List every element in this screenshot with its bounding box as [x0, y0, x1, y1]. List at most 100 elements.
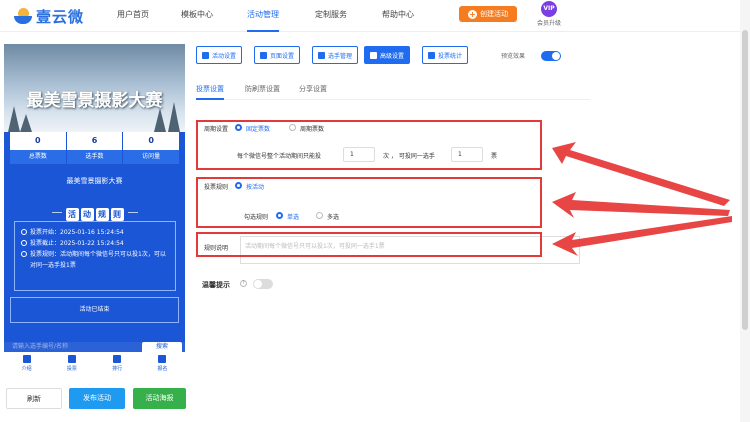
stat-total-votes: 0 总票数: [10, 132, 66, 164]
radio-cycle-votes-label: 周期票数: [300, 126, 325, 133]
sliders-icon: [370, 51, 377, 59]
flag-icon: [67, 355, 76, 363]
preview-effect-label: 预览效果: [501, 53, 526, 60]
vote-rule-label: 投票规则: [204, 184, 229, 191]
bar-chart-icon: [113, 355, 122, 363]
activity-ended-banner: 活动已结束: [10, 297, 179, 323]
votes-same-contestant-input[interactable]: 1: [451, 147, 483, 162]
poster-button[interactable]: 活动海报: [133, 388, 186, 409]
radio-fixed-votes[interactable]: [235, 124, 242, 131]
tip-toggle[interactable]: [253, 279, 273, 289]
rules-heading-char: 动: [80, 208, 94, 221]
clock-icon: [21, 229, 27, 235]
cycle-text-middle: 次 ， 可投同一选手: [383, 153, 435, 160]
toolbar-label: 活动设置: [212, 52, 237, 60]
users-icon: [318, 51, 325, 59]
arrow-icon: [552, 216, 732, 256]
preview-tab-label: 排行: [112, 366, 123, 372]
subtab-vote-settings[interactable]: 投票设置: [196, 82, 224, 100]
stat-value: 6: [91, 136, 98, 145]
tab-vote-statistics[interactable]: 投票统计: [422, 46, 469, 64]
vip-upgrade[interactable]: VIP 会员升级: [534, 0, 564, 27]
rules-heading-char: 则: [110, 208, 124, 221]
logo-text: 壹云微: [36, 8, 85, 26]
rules-heading-char: 规: [95, 208, 109, 221]
cycle-settings-label: 周期设置: [204, 126, 229, 133]
gear-icon: [202, 51, 209, 59]
top-nav: 壹云微 用户首页 模板中心 活动管理 定制服务 帮助中心 + 创建活动 VIP …: [0, 0, 750, 32]
scrollbar-thumb[interactable]: [742, 30, 748, 330]
logo-icon: [14, 7, 32, 26]
tab-advanced-settings[interactable]: 高级设置: [364, 46, 411, 64]
arrow-icon: [552, 142, 730, 206]
nav-item-help-center[interactable]: 帮助中心: [382, 0, 414, 32]
rule-description-label: 规则说明: [204, 245, 229, 252]
preview-tab-signup[interactable]: 报名: [140, 352, 185, 378]
tab-activity-settings[interactable]: 活动设置: [196, 46, 243, 64]
toolbar-label: 高级设置: [380, 52, 405, 60]
preview-tab-rank[interactable]: 排行: [95, 352, 140, 378]
create-activity-label: 创建活动: [480, 10, 508, 18]
stat-label: 总票数: [10, 150, 66, 164]
tab-page-settings[interactable]: 页面设置: [254, 46, 301, 64]
logo[interactable]: 壹云微: [14, 6, 84, 27]
help-icon: ?: [240, 280, 247, 287]
annotation-arrows: [552, 142, 732, 256]
radio-multi-choice-label: 多选: [327, 214, 340, 221]
stat-label: 选手数: [66, 150, 123, 164]
mobile-preview: 最美雪景摄影大赛 0 总票数 6 选手数 0 访问量 最美雪景摄影大赛 活动规则…: [4, 44, 185, 378]
nav-item-templates[interactable]: 模板中心: [181, 0, 213, 32]
rule-start: 投票开始：2025-01-16 15:24:54: [30, 229, 124, 236]
preview-tab-label: 介绍: [21, 366, 32, 372]
tab-contestant-management[interactable]: 选手管理: [312, 46, 359, 64]
vip-icon: VIP: [541, 1, 557, 17]
user-add-icon: [158, 355, 167, 363]
stats-bar: 0 总票数 6 选手数 0 访问量: [10, 132, 180, 164]
radio-fixed-votes-label: 固定票数: [246, 126, 271, 133]
info-icon: [21, 251, 27, 257]
radio-multi-choice[interactable]: [316, 212, 323, 219]
cycle-text-suffix: 票: [491, 153, 498, 160]
preview-tab-label: 投票: [66, 366, 77, 372]
radio-cycle-votes[interactable]: [289, 124, 296, 131]
preview-effect-toggle[interactable]: [541, 51, 561, 61]
subtab-share-settings[interactable]: 分享设置: [299, 82, 327, 100]
preview-search-button[interactable]: 搜索: [142, 342, 182, 352]
clock-icon: [21, 240, 27, 246]
preview-tab-label: 报名: [157, 366, 168, 372]
subtab-anti-fraud[interactable]: 防刷票设置: [245, 82, 280, 100]
settings-icon: [260, 51, 267, 59]
activity-name: 最美雪景摄影大赛: [66, 177, 123, 185]
preview-tab-intro[interactable]: 介绍: [4, 352, 49, 378]
toolbar-label: 选手管理: [328, 52, 353, 60]
nav-item-activity-management[interactable]: 活动管理: [247, 0, 279, 32]
doc-icon: [22, 355, 31, 363]
radio-single-choice[interactable]: [276, 212, 283, 219]
nav-item-custom-service[interactable]: 定制服务: [315, 0, 347, 32]
nav-item-home[interactable]: 用户首页: [117, 0, 149, 32]
page-scrollbar[interactable]: [740, 0, 750, 422]
rule-vote: 投票规则：活动期间每个微信号只可以投1次，可以对同一选手投1票: [30, 251, 166, 269]
sub-tabs: 投票设置 防刷票设置 分享设置: [196, 82, 590, 100]
create-activity-button[interactable]: + 创建活动: [459, 6, 517, 22]
preview-search-input[interactable]: 请输入选手编号/名称: [12, 342, 68, 352]
banner-title: 最美雪景摄影大赛: [26, 91, 163, 111]
preview-tab-vote[interactable]: 投票: [49, 352, 94, 378]
rule-description-highlight: [196, 232, 542, 257]
publish-button[interactable]: 发布活动: [69, 388, 125, 409]
toolbar-label: 投票统计: [438, 52, 463, 60]
rules-panel: 投票开始：2025-01-16 15:24:54 投票截止：2025-01-22…: [14, 221, 176, 291]
rule-end: 投票截止：2025-01-22 15:24:54: [30, 240, 124, 247]
tip-label: 温馨提示: [202, 281, 230, 289]
radio-by-activity-label: 按活动: [246, 184, 265, 191]
stat-visits: 0 访问量: [123, 132, 180, 164]
plus-icon: +: [468, 9, 477, 19]
rules-heading: 活动规则: [4, 202, 185, 221]
radio-single-choice-label: 单选: [287, 214, 300, 221]
votes-per-period-input[interactable]: 1: [343, 147, 375, 162]
refresh-button[interactable]: 刷新: [6, 388, 62, 409]
toolbar-label: 页面设置: [270, 52, 295, 60]
preview-tabbar: 介绍 投票 排行 报名: [4, 352, 185, 378]
stat-contestants: 6 选手数: [66, 132, 123, 164]
radio-by-activity[interactable]: [235, 182, 242, 189]
